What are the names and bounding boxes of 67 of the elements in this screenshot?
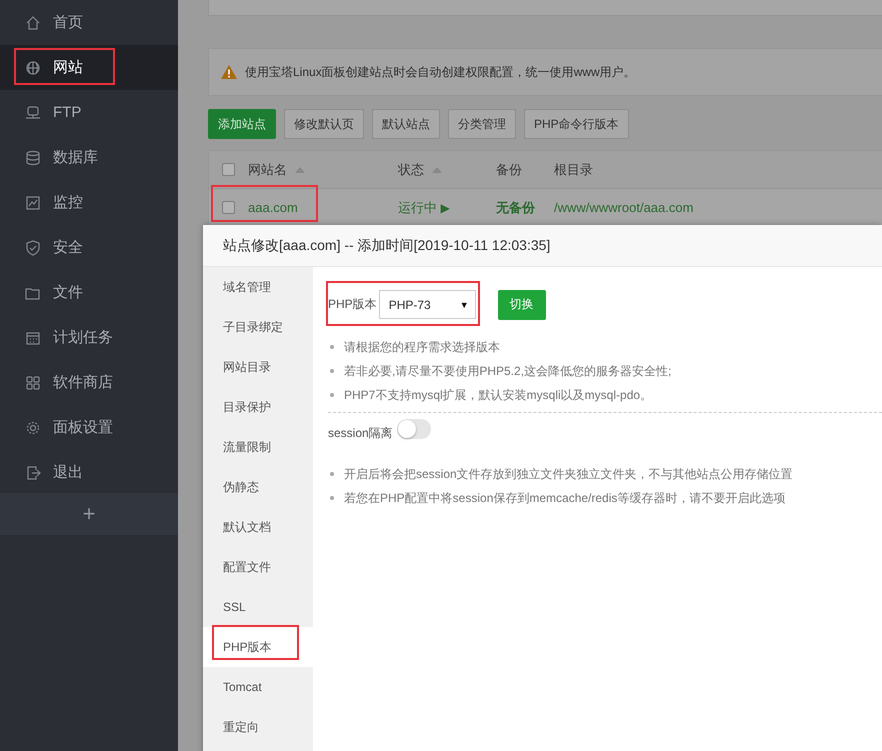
column-header[interactable]: 网站名 — [248, 160, 398, 178]
exit-icon — [25, 464, 41, 480]
sidebar-item[interactable]: 首页 — [0, 0, 178, 45]
sidebar-item[interactable]: 网站 — [0, 45, 178, 90]
switch-button[interactable]: 切换 — [498, 290, 546, 320]
calendar-icon — [25, 330, 41, 346]
bullet-icon — [330, 472, 334, 476]
notice-text: 使用宝塔Linux面板创建站点时会自动创建权限配置，统一使用www用户。 — [245, 64, 636, 80]
php-version-label: PHP版本 — [328, 296, 377, 313]
dialog-tab[interactable]: 配置文件 — [203, 547, 313, 587]
dialog-tab[interactable]: 重定向 — [203, 707, 313, 747]
dialog-title: 站点修改[aaa.com] -- 添加时间[2019-10-11 12:03:35] — [203, 225, 882, 267]
dialog-tab[interactable]: 默认文档 — [203, 507, 313, 547]
tip-text: 请根据您的程序需求选择版本 — [344, 338, 500, 356]
warning-icon — [221, 65, 237, 79]
toolbar-button[interactable]: PHP命令行版本 — [524, 109, 629, 139]
globe-icon — [25, 60, 41, 76]
add-button[interactable]: + — [0, 493, 178, 535]
sidebar-item[interactable]: 安全 — [0, 225, 178, 270]
server-icon — [25, 104, 41, 120]
dialog-tab[interactable]: 目录保护 — [203, 387, 313, 427]
session-toggle[interactable] — [396, 418, 431, 438]
php-version-select[interactable]: PHP-73 ▼ — [378, 290, 476, 319]
dialog-tab[interactable]: 域名管理 — [203, 267, 313, 307]
toolbar-button[interactable]: 默认站点 — [372, 109, 440, 139]
toolbar-button[interactable]: 分类管理 — [448, 109, 516, 139]
tip-text: 若非必要,请尽量不要使用PHP5.2,这会降低您的服务器安全性; — [344, 362, 672, 380]
dialog-tab[interactable]: Tomcat — [203, 667, 313, 707]
dialog-tab[interactable]: PHP版本 — [203, 627, 313, 667]
dialog-tab[interactable]: 网站目录 — [203, 347, 313, 387]
session-label: session隔离 — [328, 425, 393, 442]
checkbox[interactable] — [222, 163, 235, 176]
sidebar-item[interactable]: 计划任务 — [0, 315, 178, 360]
bullet-icon — [330, 496, 334, 500]
sidebar-item[interactable]: 数据库 — [0, 135, 178, 180]
column-header[interactable]: 状态 — [398, 160, 496, 178]
sidebar-item[interactable]: 面板设置 — [0, 405, 178, 450]
dialog-tab[interactable]: SSL — [203, 587, 313, 627]
chart-icon — [25, 194, 41, 210]
grid-icon — [25, 374, 41, 390]
bullet-icon — [330, 393, 334, 397]
sort-icon — [432, 166, 442, 172]
tip-text: 若您在PHP配置中将session保存到memcache/redis等缓存器时，请不要开启此选项 — [344, 490, 786, 506]
sidebar-item[interactable]: 监控 — [0, 180, 178, 225]
caret-icon: ▼ — [460, 300, 469, 310]
column-header: 根目录 — [554, 160, 594, 178]
dialog-tab[interactable]: 子目录绑定 — [203, 307, 313, 347]
sidebar-item[interactable]: FTP — [0, 90, 178, 135]
tip-text: PHP7不支持mysql扩展，默认安装mysqli以及mysql-pdo。 — [344, 386, 652, 404]
home-icon — [25, 14, 41, 30]
bullet-icon — [330, 369, 334, 373]
column-header: 备份 — [496, 160, 523, 178]
shield-icon — [25, 240, 41, 256]
play-icon: ▶ — [440, 200, 450, 214]
sidebar-item[interactable]: 退出 — [0, 450, 178, 495]
dialog-tab[interactable]: 伪静态 — [203, 467, 313, 507]
bullet-icon — [330, 345, 334, 349]
dialog-tab[interactable]: 流量限制 — [203, 427, 313, 467]
toolbar-button[interactable]: 添加站点 — [208, 109, 276, 139]
toolbar-button[interactable]: 修改默认页 — [284, 109, 364, 139]
checkbox[interactable] — [222, 201, 235, 214]
tip-text: 开启后将会把session文件存放到独立文件夹独立文件夹，不与其他站点公用存储位置 — [344, 466, 793, 482]
sort-icon — [295, 166, 305, 172]
sidebar-item[interactable]: 软件商店 — [0, 360, 178, 405]
database-icon — [25, 150, 41, 166]
settings-icon — [25, 420, 41, 436]
sidebar-item[interactable]: 文件 — [0, 270, 178, 315]
